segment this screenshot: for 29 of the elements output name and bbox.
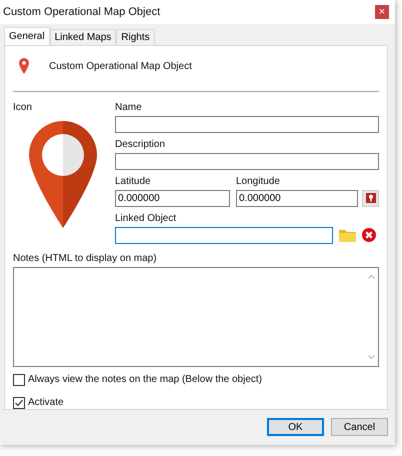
linked-object-field[interactable] [115, 226, 333, 244]
field-label: Name [115, 102, 143, 114]
icon-label: Icon [13, 102, 33, 114]
checkbox-label: Activate [28, 397, 64, 408]
name-field[interactable] [115, 116, 379, 132]
ok-button[interactable]: OK [267, 418, 324, 436]
close-button[interactable]: × [375, 5, 389, 19]
delete-icon[interactable] [362, 228, 376, 242]
field-label: Longitude [236, 176, 281, 188]
notes-label: Notes (HTML to display on map) [13, 252, 158, 264]
longitude-field[interactable]: 0.000000 [236, 190, 358, 206]
tab[interactable]: General [4, 27, 50, 45]
field-label: Latitude [115, 176, 152, 188]
field-label: Description [115, 138, 166, 150]
map-pin-icon [19, 58, 29, 74]
cancel-button[interactable]: Cancel [331, 418, 388, 436]
tab[interactable]: Linked Maps [50, 29, 116, 45]
window-title: Custom Operational Map Object [3, 6, 160, 18]
description-field[interactable] [115, 152, 379, 170]
latitude-field[interactable]: 0.000000 [115, 190, 230, 206]
checkbox[interactable] [13, 374, 25, 386]
checkbox-label: Always view the notes on the map (Below the object) [28, 374, 262, 386]
checkbox[interactable] [13, 396, 25, 409]
field-label: Linked Object [115, 212, 178, 224]
keyhole-icon [366, 193, 376, 203]
map-pin-icon [29, 120, 97, 228]
object-type-title: Custom Operational Map Object [49, 60, 192, 72]
pick-location-button[interactable] [362, 190, 379, 206]
tab[interactable]: Rights [116, 29, 155, 45]
